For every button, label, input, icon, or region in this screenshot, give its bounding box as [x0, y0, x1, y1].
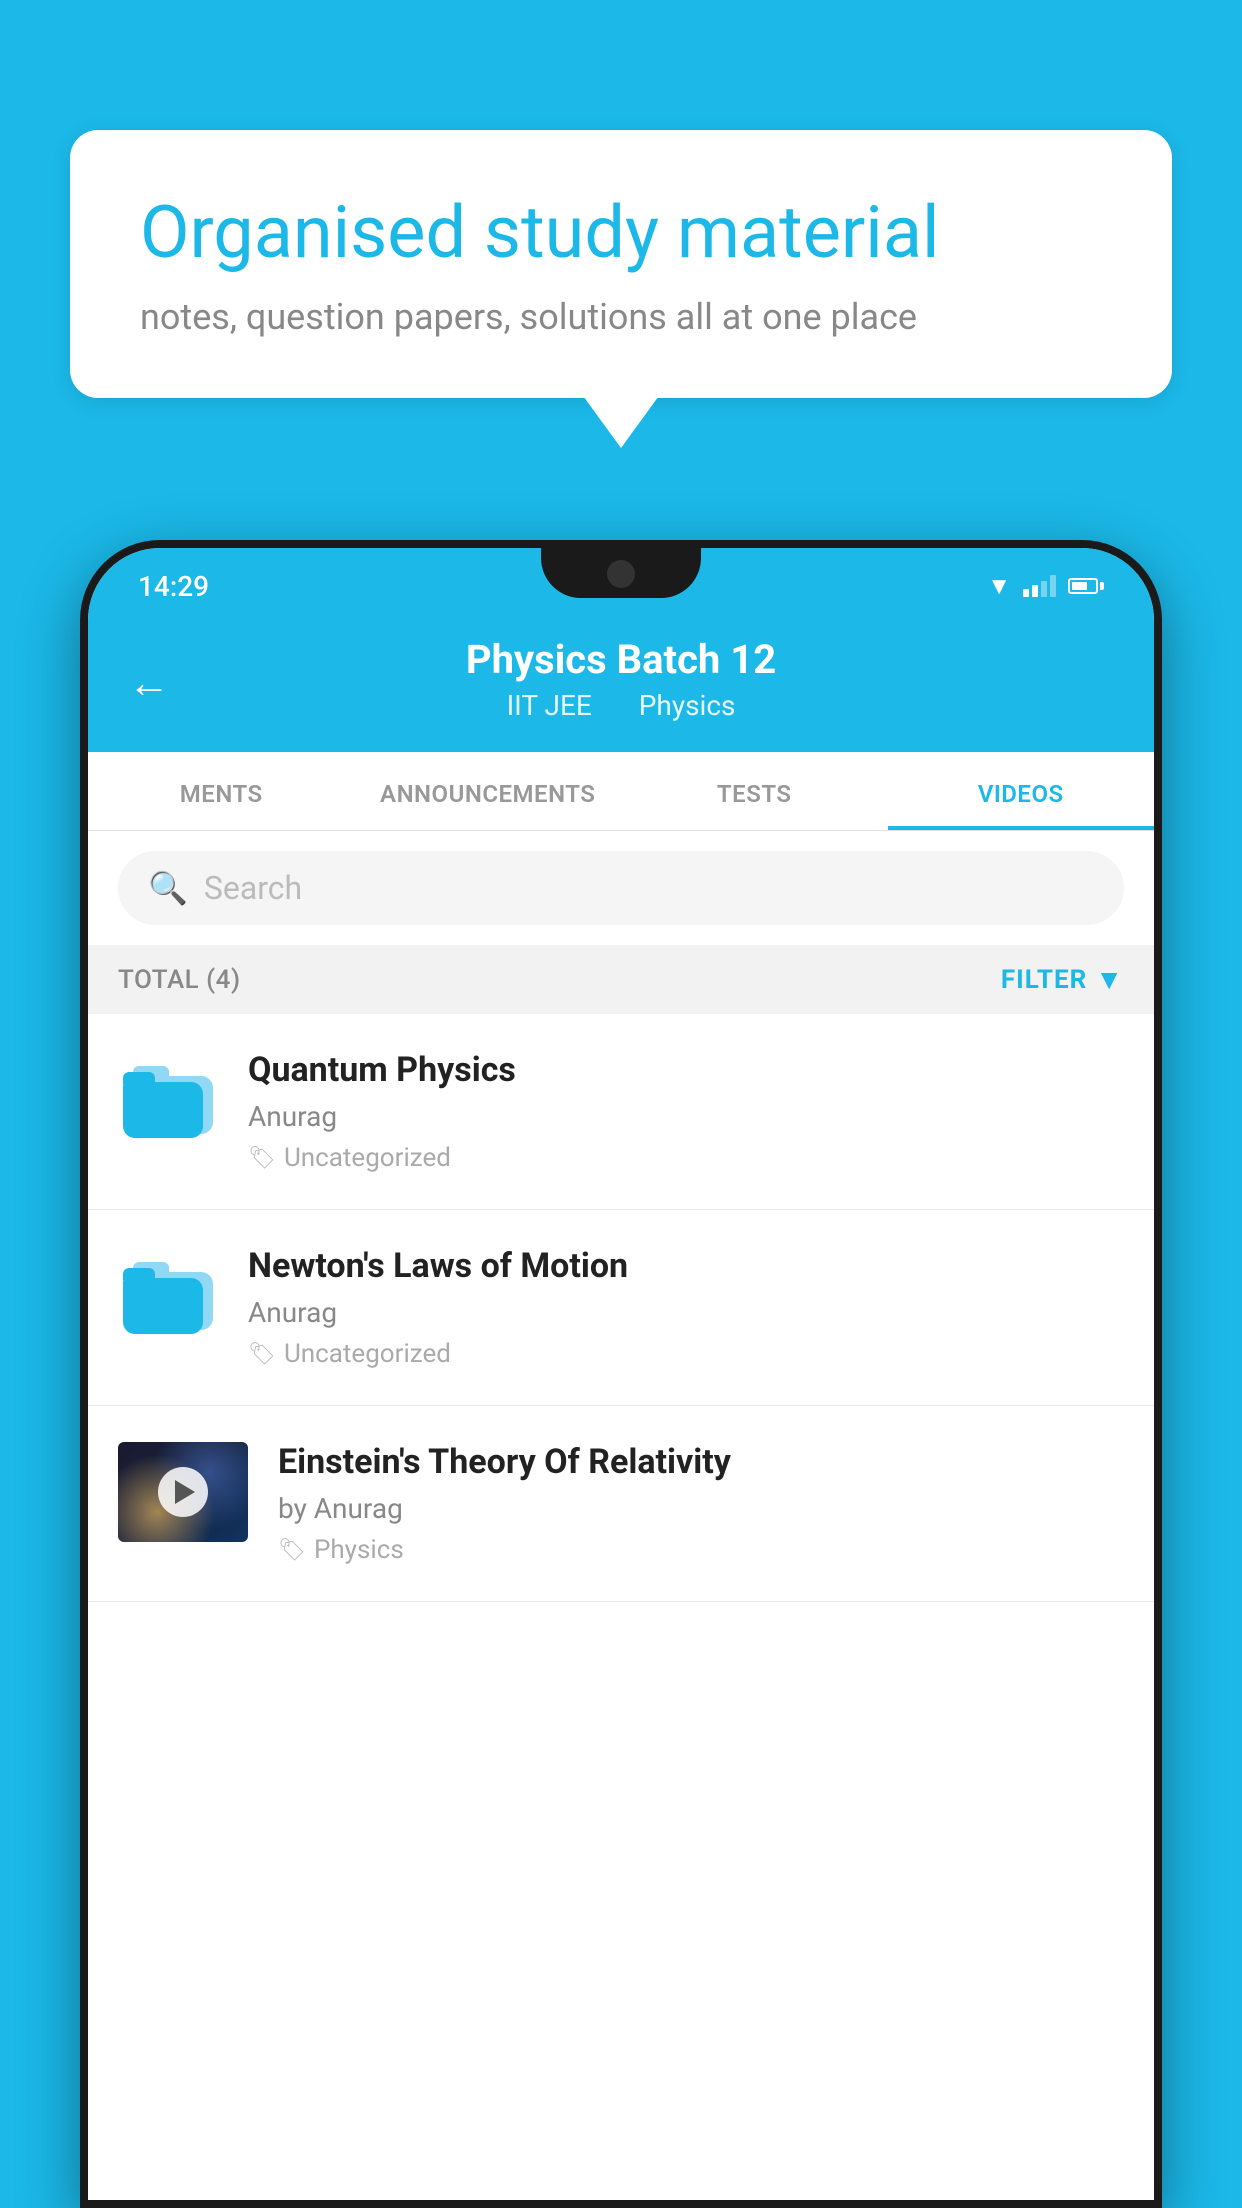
phone-inner: 14:29 ▼ ← Physics Batch 12 — [88, 548, 1154, 2200]
phone-frame: 14:29 ▼ ← Physics Batch 12 — [80, 540, 1162, 2208]
list-item[interactable]: Quantum Physics Anurag 🏷 Uncategorized — [88, 1014, 1154, 1210]
speech-bubble: Organised study material notes, question… — [70, 130, 1172, 398]
search-box[interactable]: 🔍 Search — [118, 851, 1124, 925]
tag-text: Uncategorized — [284, 1143, 451, 1173]
header-subtitle: IIT JEE Physics — [128, 689, 1114, 722]
phone-camera — [607, 560, 635, 588]
tag-icon: 🏷 — [248, 1146, 276, 1171]
search-container: 🔍 Search — [88, 831, 1154, 945]
back-button[interactable]: ← — [128, 663, 170, 705]
video-author: by Anurag — [278, 1492, 1124, 1525]
video-info: Newton's Laws of Motion Anurag 🏷 Uncateg… — [248, 1246, 1124, 1369]
search-input[interactable]: Search — [204, 869, 302, 907]
list-item[interactable]: Einstein's Theory Of Relativity by Anura… — [88, 1406, 1154, 1602]
status-time: 14:29 — [138, 570, 209, 603]
video-title: Quantum Physics — [248, 1050, 1124, 1090]
video-author: Anurag — [248, 1100, 1124, 1133]
tag-text: Uncategorized — [284, 1339, 451, 1369]
folder-icon — [118, 1254, 218, 1334]
list-item[interactable]: Newton's Laws of Motion Anurag 🏷 Uncateg… — [88, 1210, 1154, 1406]
tag-icon: 🏷 — [248, 1342, 276, 1367]
battery-icon — [1068, 578, 1104, 594]
search-icon: 🔍 — [148, 869, 188, 907]
video-tag: 🏷 Uncategorized — [248, 1339, 1124, 1369]
filter-icon: ▼ — [1095, 963, 1124, 996]
tag-icon: 🏷 — [278, 1538, 306, 1563]
tab-announcements[interactable]: ANNOUNCEMENTS — [355, 752, 622, 830]
video-info: Einstein's Theory Of Relativity by Anura… — [278, 1442, 1124, 1565]
header-tag2: Physics — [639, 689, 736, 722]
video-info: Quantum Physics Anurag 🏷 Uncategorized — [248, 1050, 1124, 1173]
video-tag: 🏷 Physics — [278, 1535, 1124, 1565]
filter-bar: TOTAL (4) FILTER ▼ — [88, 945, 1154, 1014]
wifi-icon: ▼ — [987, 572, 1011, 601]
total-count: TOTAL (4) — [118, 965, 241, 995]
video-thumbnail — [118, 1442, 248, 1542]
promo-subtitle: notes, question papers, solutions all at… — [140, 296, 1102, 338]
promo-section: Organised study material notes, question… — [70, 130, 1172, 398]
header-title: Physics Batch 12 — [128, 636, 1114, 683]
tab-tests[interactable]: TESTS — [621, 752, 888, 830]
video-list: Quantum Physics Anurag 🏷 Uncategorized — [88, 1014, 1154, 1602]
filter-label: FILTER — [1001, 965, 1087, 995]
play-button[interactable] — [158, 1467, 208, 1517]
video-tag: 🏷 Uncategorized — [248, 1143, 1124, 1173]
tab-videos[interactable]: VIDEOS — [888, 752, 1155, 830]
phone-notch — [541, 548, 701, 598]
video-title: Newton's Laws of Motion — [248, 1246, 1124, 1286]
play-icon — [175, 1480, 195, 1504]
video-title: Einstein's Theory Of Relativity — [278, 1442, 1124, 1482]
tab-ments[interactable]: MENTS — [88, 752, 355, 830]
video-author: Anurag — [248, 1296, 1124, 1329]
status-icons: ▼ — [987, 572, 1104, 601]
app-header: ← Physics Batch 12 IIT JEE Physics — [88, 616, 1154, 752]
tab-bar: MENTS ANNOUNCEMENTS TESTS VIDEOS — [88, 752, 1154, 831]
tag-text: Physics — [314, 1535, 404, 1565]
folder-icon — [118, 1058, 218, 1138]
header-tag1: IIT JEE — [507, 689, 592, 722]
promo-title: Organised study material — [140, 190, 1102, 276]
filter-button[interactable]: FILTER ▼ — [1001, 963, 1124, 996]
signal-icon — [1023, 575, 1056, 597]
